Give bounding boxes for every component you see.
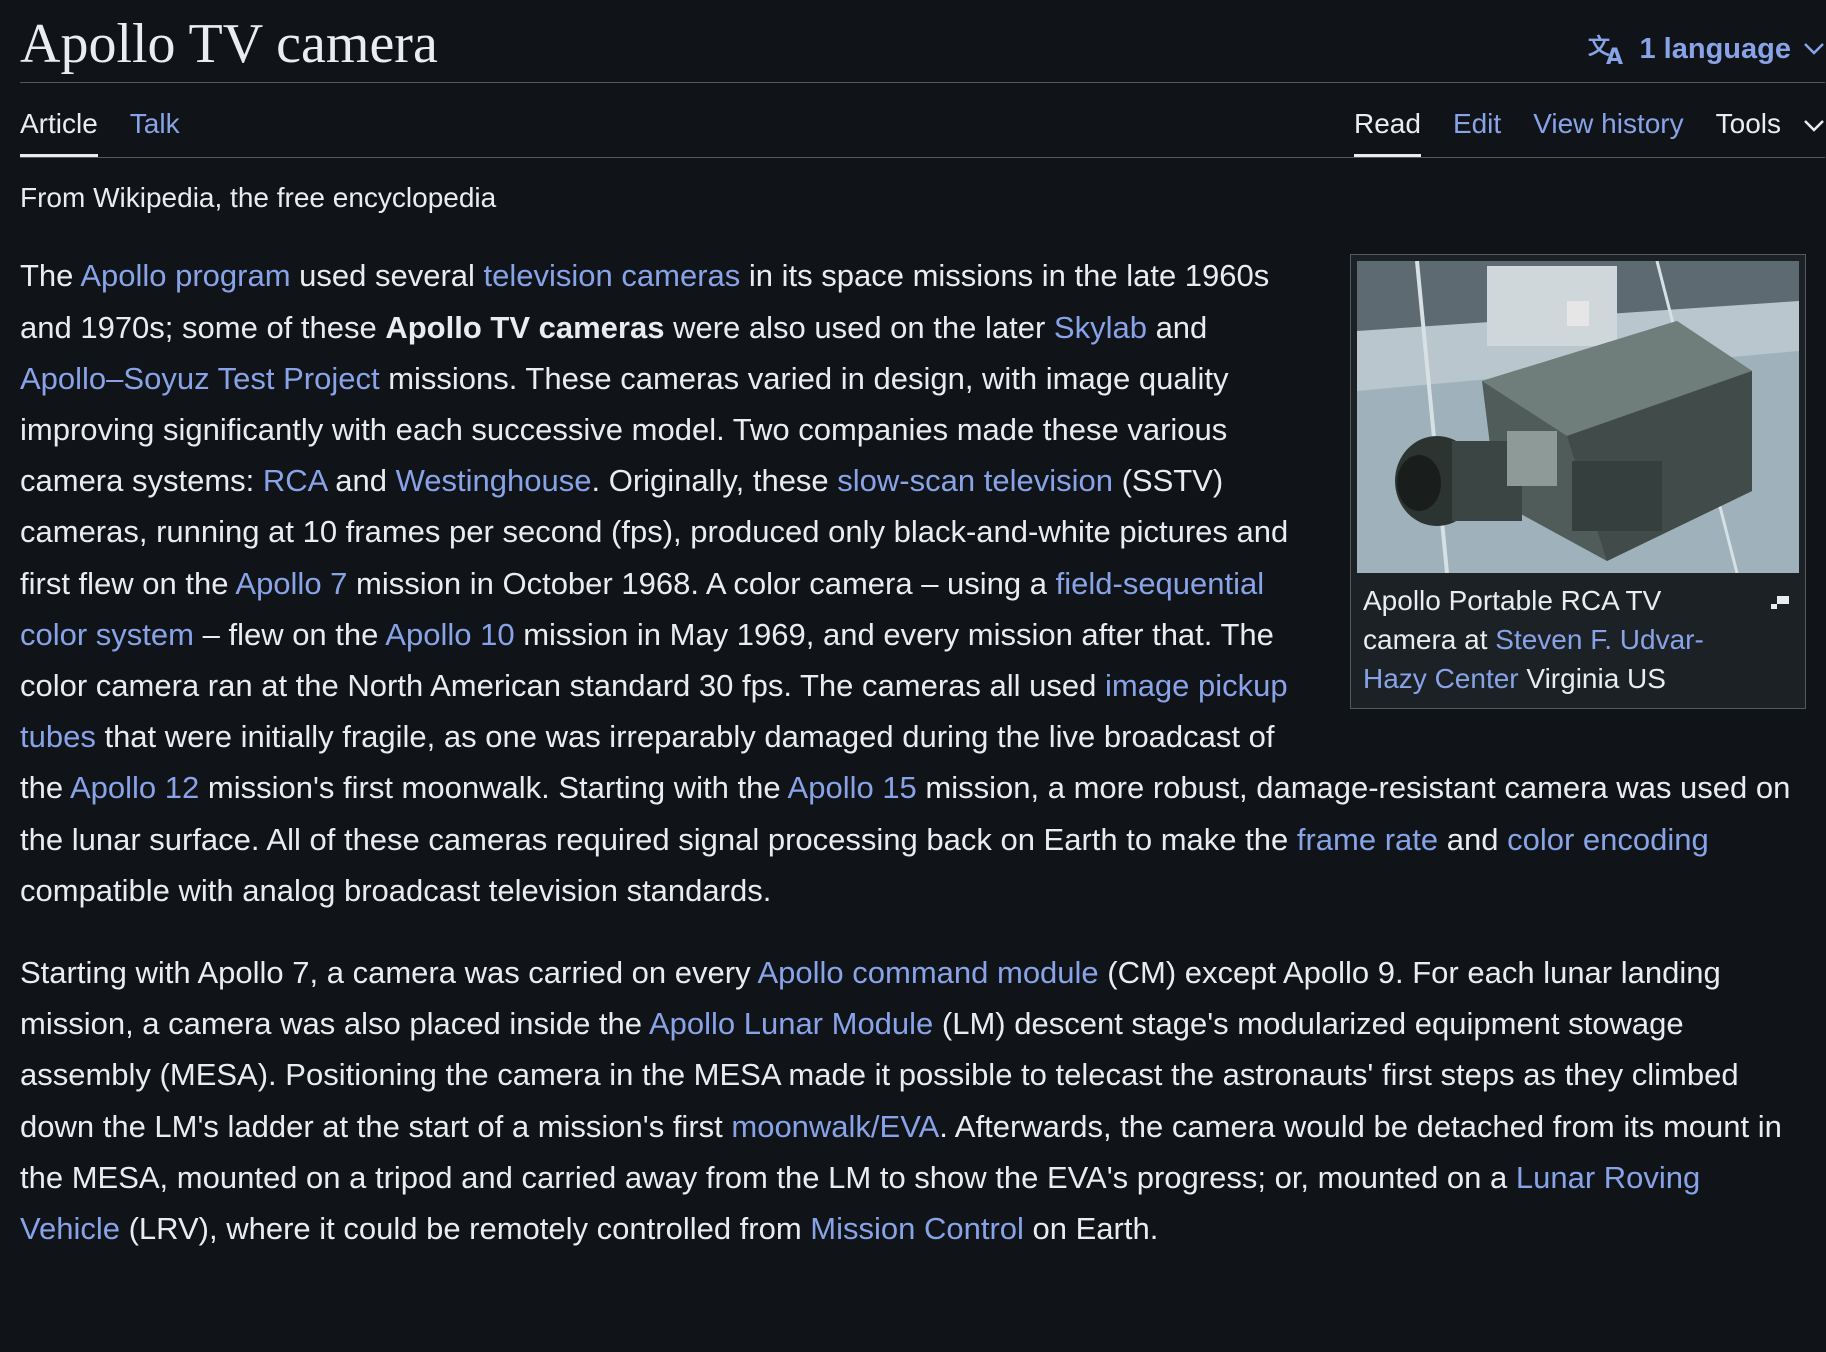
figure-caption: Apollo Portable RCA TV camera at Steven …	[1357, 573, 1799, 702]
article-body: Apollo Portable RCA TV camera at Steven …	[20, 250, 1806, 1254]
tab-article[interactable]: Article	[20, 110, 98, 157]
link-skylab[interactable]: Skylab	[1054, 310, 1147, 345]
link-rca[interactable]: RCA	[263, 463, 327, 498]
link-apollo-command-module[interactable]: Apollo command module	[757, 955, 1098, 990]
enlarge-icon[interactable]	[1771, 581, 1789, 620]
view-tabs: Read Edit View history Tools	[1354, 83, 1825, 157]
link-frame-rate[interactable]: frame rate	[1297, 822, 1438, 857]
link-westinghouse[interactable]: Westinghouse	[396, 463, 592, 498]
link-moonwalk-eva[interactable]: moonwalk/EVA	[731, 1109, 939, 1144]
link-apollo-lunar-module[interactable]: Apollo Lunar Module	[649, 1006, 933, 1041]
bold-term: Apollo TV cameras	[385, 309, 665, 345]
link-apollo-15[interactable]: Apollo 15	[788, 770, 917, 805]
link-apollo-soyuz[interactable]: Apollo–Soyuz Test Project	[20, 361, 380, 396]
language-button[interactable]: 文 A 1 language	[1588, 32, 1826, 82]
link-television-cameras[interactable]: television cameras	[484, 258, 741, 293]
link-apollo-7[interactable]: Apollo 7	[235, 566, 347, 601]
link-color-encoding[interactable]: color encoding	[1507, 822, 1709, 857]
article-page: Apollo TV camera 文 A 1 language Article …	[20, 0, 1825, 1254]
page-title: Apollo TV camera	[20, 13, 438, 75]
caption-text-end: Virginia US	[1518, 663, 1666, 695]
link-apollo-program[interactable]: Apollo program	[80, 258, 290, 293]
tab-edit[interactable]: Edit	[1453, 110, 1501, 157]
tab-read[interactable]: Read	[1354, 110, 1421, 157]
language-label: 1 language	[1639, 32, 1792, 65]
paragraph-missions: Starting with Apollo 7, a camera was car…	[20, 955, 1782, 1247]
link-slow-scan-television[interactable]: slow-scan television	[837, 463, 1113, 498]
title-row: Apollo TV camera 文 A 1 language	[20, 0, 1825, 83]
chevron-down-icon	[1803, 110, 1825, 138]
translate-icon: 文 A	[1588, 32, 1628, 66]
chevron-down-icon	[1803, 42, 1825, 56]
site-tagline: From Wikipedia, the free encyclopedia	[20, 182, 497, 213]
link-apollo-10[interactable]: Apollo 10	[385, 617, 514, 652]
tabs-row: Article Talk Read Edit View history Tool…	[20, 83, 1825, 158]
tab-view-history[interactable]: View history	[1533, 110, 1683, 157]
link-mission-control[interactable]: Mission Control	[810, 1211, 1024, 1246]
tools-menu[interactable]: Tools	[1716, 110, 1825, 157]
camera-photo[interactable]	[1357, 261, 1799, 574]
thumbnail-figure: Apollo Portable RCA TV camera at Steven …	[1350, 254, 1806, 710]
tab-talk[interactable]: Talk	[130, 110, 180, 157]
svg-text:A: A	[1606, 45, 1623, 66]
link-apollo-12[interactable]: Apollo 12	[70, 770, 199, 805]
tools-label: Tools	[1715, 108, 1781, 139]
namespace-tabs: Article Talk	[20, 83, 180, 157]
